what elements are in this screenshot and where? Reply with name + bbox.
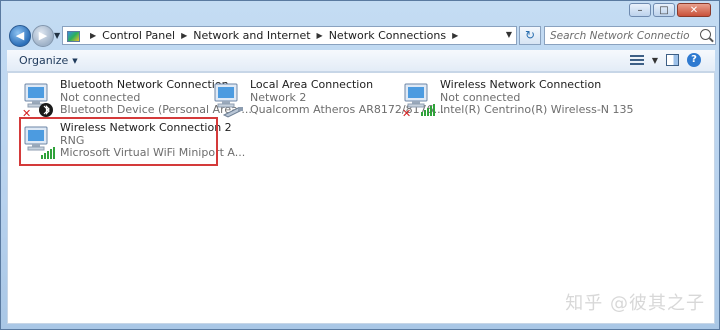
- connections-list: ✕ Bluetooth Network Connection Not conne…: [7, 72, 715, 324]
- search-icon[interactable]: [700, 29, 711, 40]
- search-box[interactable]: [544, 26, 716, 45]
- help-icon[interactable]: ?: [687, 53, 701, 67]
- navigation-bar: ◀ ▶ ▼ ▶ Control Panel ▶ Network and Inte…: [7, 23, 716, 49]
- organize-menu[interactable]: Organize ▼: [19, 54, 78, 67]
- view-options-chevron-icon[interactable]: ▼: [652, 56, 658, 65]
- connection-item-wireless[interactable]: ✕ Wireless Network Connection Not connec…: [400, 78, 634, 123]
- chevron-down-icon: ▼: [72, 57, 78, 65]
- connection-device: Intel(R) Centrino(R) Wireless-N 135: [440, 103, 634, 116]
- command-bar: Organize ▼ ▼ ?: [7, 50, 715, 72]
- breadcrumb-arrow-icon[interactable]: ▶: [90, 31, 96, 40]
- highlight-box: [19, 117, 218, 166]
- organize-label: Organize: [19, 54, 69, 67]
- breadcrumb-arrow-icon[interactable]: ▶: [452, 31, 458, 40]
- change-view-icon[interactable]: [629, 54, 644, 66]
- breadcrumb-arrow-icon[interactable]: ▶: [181, 31, 187, 40]
- explorer-window: – □ ✕ ◀ ▶ ▼ ▶ Control Panel ▶ Network an…: [0, 0, 720, 330]
- ethernet-network-icon: [214, 83, 244, 118]
- refresh-button[interactable]: ↻: [519, 26, 541, 45]
- view-controls: ▼ ?: [629, 53, 701, 67]
- address-bar[interactable]: ▶ Control Panel ▶ Network and Internet ▶…: [62, 26, 517, 45]
- minimize-button[interactable]: –: [629, 3, 651, 17]
- breadcrumb-network-and-internet[interactable]: Network and Internet: [193, 29, 310, 42]
- bluetooth-network-icon: ✕: [22, 83, 53, 119]
- back-button[interactable]: ◀: [9, 25, 31, 47]
- control-panel-icon: [66, 29, 80, 43]
- caption-buttons: – □ ✕: [629, 3, 711, 17]
- connection-name: Wireless Network Connection: [440, 78, 602, 91]
- connection-item-local-area[interactable]: Local Area Connection Network 2 Qualcomm…: [210, 78, 444, 123]
- maximize-button[interactable]: □: [653, 3, 675, 17]
- breadcrumb-arrow-icon[interactable]: ▶: [317, 31, 323, 40]
- svg-text:✕: ✕: [402, 107, 411, 119]
- wireless-network-icon: ✕: [402, 83, 435, 119]
- breadcrumb-network-connections[interactable]: Network Connections: [329, 29, 446, 42]
- address-dropdown-icon[interactable]: ▼: [506, 30, 512, 39]
- breadcrumb-control-panel[interactable]: Control Panel: [102, 29, 175, 42]
- search-input[interactable]: [545, 27, 690, 44]
- watermark-text: 知乎 @彼其之子: [565, 293, 705, 314]
- recent-pages-dropdown[interactable]: ▼: [54, 31, 60, 40]
- close-button[interactable]: ✕: [677, 3, 711, 17]
- preview-pane-icon[interactable]: [666, 54, 679, 66]
- forward-button[interactable]: ▶: [32, 25, 54, 47]
